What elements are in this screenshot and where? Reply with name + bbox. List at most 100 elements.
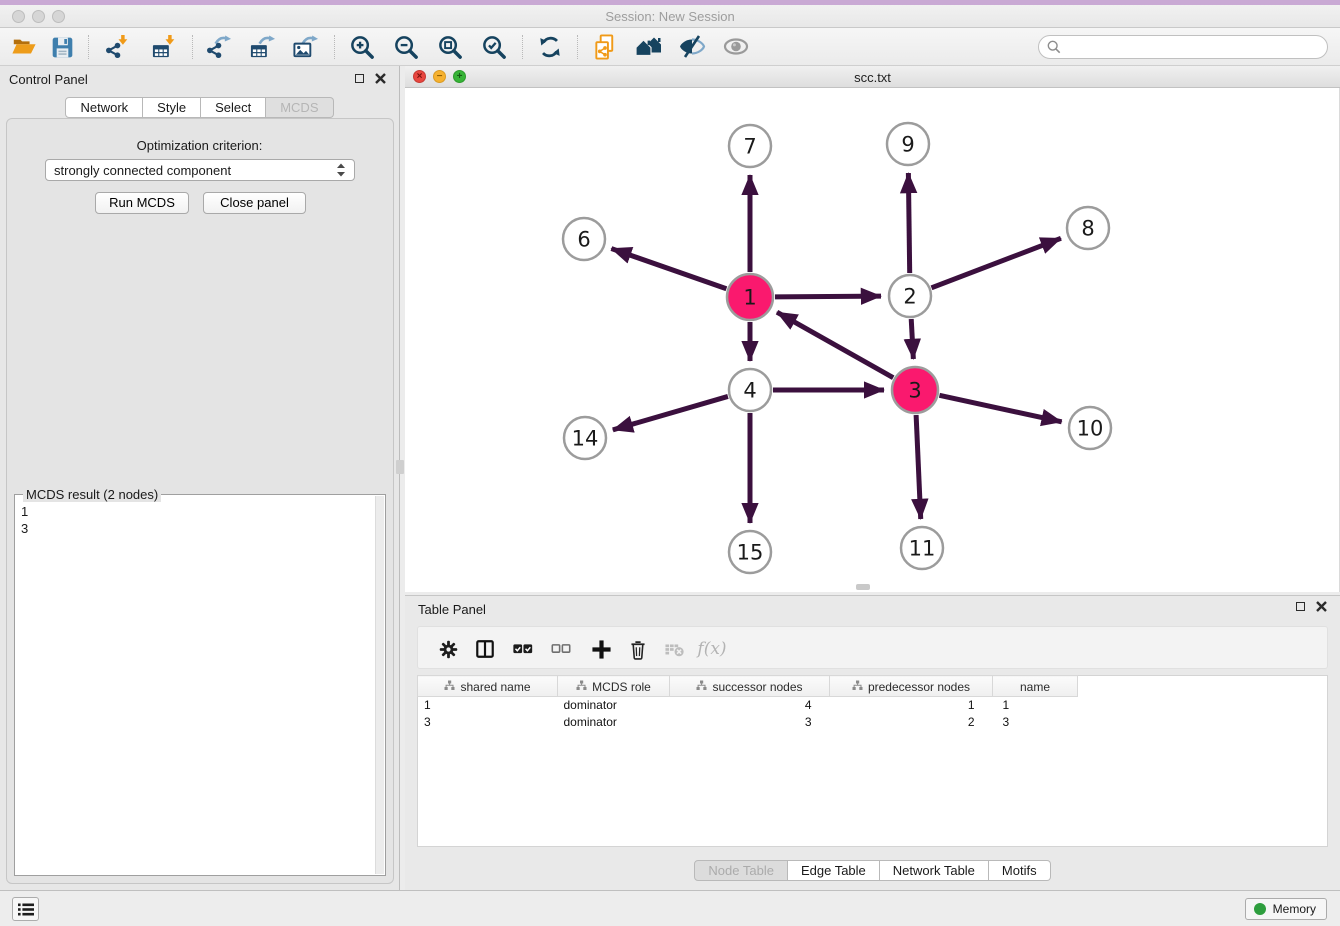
- column-header-successor-nodes[interactable]: successor nodes: [670, 676, 830, 697]
- result-item[interactable]: 1: [21, 504, 28, 519]
- new-network-from-selection-icon[interactable]: [591, 33, 619, 61]
- zoom-out-icon[interactable]: [392, 33, 420, 61]
- zoom-selected-icon[interactable]: [480, 33, 508, 61]
- node-4[interactable]: 4: [729, 369, 771, 411]
- optimization-criterion-select[interactable]: strongly connected component: [45, 159, 355, 181]
- home-icon[interactable]: [635, 33, 663, 61]
- table-header-row: shared name MCDS role successor nodes pr…: [418, 676, 1328, 697]
- run-mcds-button[interactable]: Run MCDS: [95, 192, 189, 214]
- tab-network-table[interactable]: Network Table: [880, 860, 989, 881]
- edge-2-9[interactable]: [908, 173, 909, 273]
- tab-select[interactable]: Select: [201, 97, 266, 118]
- edge-3-11[interactable]: [916, 415, 921, 519]
- memory-button[interactable]: Memory: [1245, 898, 1327, 920]
- column-header-shared-name[interactable]: shared name: [418, 676, 558, 697]
- edge-2-8[interactable]: [931, 238, 1060, 287]
- main-toolbar: [0, 28, 1340, 66]
- import-network-icon[interactable]: [103, 33, 131, 61]
- edge-3-1[interactable]: [777, 312, 893, 378]
- save-session-icon[interactable]: [48, 33, 76, 61]
- tab-style[interactable]: Style: [143, 97, 201, 118]
- show-graphics-details-icon[interactable]: [722, 33, 750, 61]
- close-table-panel-icon[interactable]: [1316, 601, 1327, 612]
- split-view-icon[interactable]: [472, 636, 498, 662]
- show-task-history-button[interactable]: [12, 897, 39, 921]
- cell-name[interactable]: 1: [993, 697, 1078, 714]
- node-11[interactable]: 11: [901, 527, 943, 569]
- result-scrollbar[interactable]: [375, 496, 384, 874]
- tab-node-table[interactable]: Node Table: [694, 860, 788, 881]
- network-canvas[interactable]: 1 2 3 4 6 7 8 9 10 11 14 15: [405, 88, 1340, 592]
- node-10[interactable]: 10: [1069, 407, 1111, 449]
- toolbar-separator: [334, 35, 335, 59]
- hide-graphics-details-icon[interactable]: [678, 33, 706, 61]
- result-item[interactable]: 3: [21, 521, 28, 536]
- zoom-fit-icon[interactable]: [436, 33, 464, 61]
- edge-1-2[interactable]: [775, 296, 881, 297]
- close-panel-button[interactable]: Close panel: [203, 192, 306, 214]
- table-row[interactable]: 1 dominator 4 1 1: [418, 697, 1328, 714]
- cell-name[interactable]: 3: [993, 713, 1078, 730]
- node-6[interactable]: 6: [563, 218, 605, 260]
- cell-successor-nodes[interactable]: 3: [670, 713, 830, 730]
- cell-predecessor-nodes[interactable]: 1: [830, 697, 993, 714]
- svg-text:7: 7: [743, 134, 756, 158]
- delete-table-icon[interactable]: [662, 636, 688, 662]
- add-column-icon[interactable]: [588, 636, 614, 662]
- tab-motifs[interactable]: Motifs: [989, 860, 1051, 881]
- export-table-icon[interactable]: [248, 33, 276, 61]
- tab-edge-table[interactable]: Edge Table: [788, 860, 880, 881]
- cell-mcds-role[interactable]: dominator: [558, 697, 670, 714]
- canvas-scroll-handle[interactable]: [856, 584, 870, 590]
- app-titlebar: Session: New Session: [0, 0, 1340, 28]
- cell-shared-name[interactable]: 3: [418, 713, 558, 730]
- function-builder-fx[interactable]: f(x): [699, 636, 725, 662]
- open-session-icon[interactable]: [10, 33, 38, 61]
- window-accent-strip: [0, 0, 1340, 5]
- tab-network[interactable]: Network: [65, 97, 143, 118]
- import-table-icon[interactable]: [150, 33, 178, 61]
- cell-successor-nodes[interactable]: 4: [670, 697, 830, 714]
- float-table-panel-icon[interactable]: [1296, 602, 1305, 611]
- node-3[interactable]: 3: [892, 367, 938, 413]
- export-network-icon[interactable]: [204, 33, 232, 61]
- close-panel-icon[interactable]: [375, 73, 386, 84]
- application-window: Session: New Session: [0, 0, 1340, 926]
- edge-1-6[interactable]: [611, 249, 726, 289]
- cell-shared-name[interactable]: 1: [418, 697, 558, 714]
- cell-predecessor-nodes[interactable]: 2: [830, 713, 993, 730]
- edge-2-3[interactable]: [911, 319, 913, 359]
- export-image-icon[interactable]: [291, 33, 319, 61]
- edge-4-14[interactable]: [613, 396, 728, 429]
- node-2[interactable]: 2: [889, 275, 931, 317]
- delete-column-icon[interactable]: [625, 636, 651, 662]
- tab-mcds[interactable]: MCDS: [266, 97, 333, 118]
- svg-text:15: 15: [737, 540, 764, 564]
- gear-icon[interactable]: [435, 636, 461, 662]
- search-input[interactable]: [1067, 40, 1319, 55]
- search-box[interactable]: [1038, 35, 1328, 59]
- node-15[interactable]: 15: [729, 531, 771, 573]
- node-8[interactable]: 8: [1067, 207, 1109, 249]
- svg-text:8: 8: [1081, 216, 1094, 240]
- table-row[interactable]: 3 dominator 3 2 3: [418, 713, 1328, 730]
- node-14[interactable]: 14: [564, 417, 606, 459]
- float-panel-icon[interactable]: [355, 74, 364, 83]
- select-all-icon[interactable]: [510, 636, 536, 662]
- mcds-result-list[interactable]: 13: [21, 503, 28, 537]
- splitter-handle[interactable]: [396, 460, 404, 474]
- cell-mcds-role[interactable]: dominator: [558, 713, 670, 730]
- column-header-name[interactable]: name: [993, 676, 1078, 697]
- zoom-in-icon[interactable]: [348, 33, 376, 61]
- svg-text:11: 11: [909, 536, 936, 560]
- column-header-predecessor-nodes[interactable]: predecessor nodes: [830, 676, 993, 697]
- node-7[interactable]: 7: [729, 125, 771, 167]
- column-header-mcds-role[interactable]: MCDS role: [558, 676, 670, 697]
- edge-3-10[interactable]: [939, 395, 1061, 422]
- deselect-all-icon[interactable]: [548, 636, 574, 662]
- node-9[interactable]: 9: [887, 123, 929, 165]
- svg-text:10: 10: [1077, 416, 1104, 440]
- refresh-layout-icon[interactable]: [536, 33, 564, 61]
- node-table[interactable]: shared name MCDS role successor nodes pr…: [417, 675, 1328, 847]
- node-1[interactable]: 1: [727, 274, 773, 320]
